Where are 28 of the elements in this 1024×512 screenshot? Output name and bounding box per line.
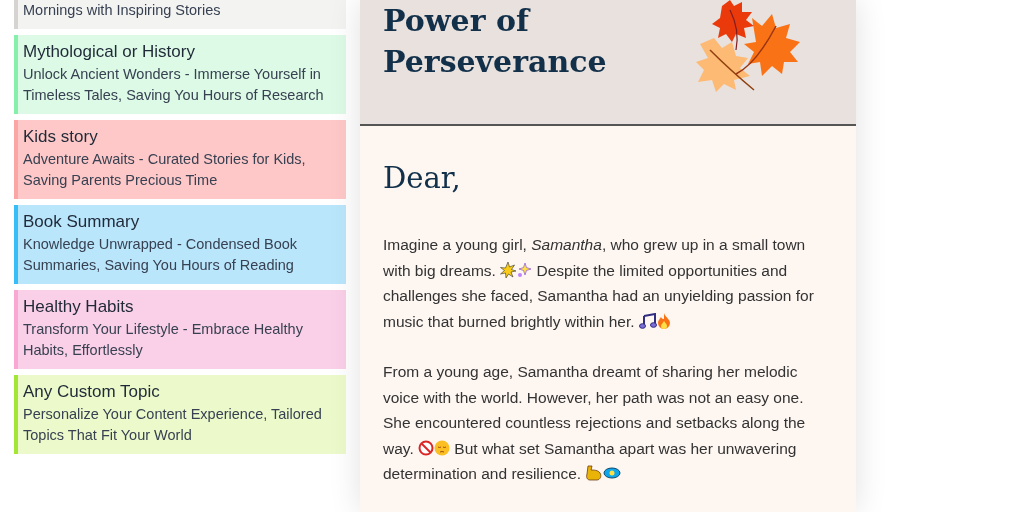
- music-note-icon: [638, 312, 657, 329]
- topic-card[interactable]: Any Custom Topic Personalize Your Content Experience, Tailored Topics That Fit Your World: [14, 375, 346, 454]
- letter-paragraph: Imagine a young girl, Samantha, who grew up in a small town with big dreams. Despite the limited opportunities and challenges she faced, Samantha had an unyielding passion for music that burned brightly within her.: [383, 235, 815, 332]
- prohibited-icon: [418, 439, 435, 456]
- topic-title: Healthy Habits: [23, 296, 135, 318]
- topic-description: Transform Your Lifestyle - Embrace Healthy Habits, Effortlessly: [23, 320, 304, 360]
- topic-title: Kids story: [23, 126, 99, 148]
- topic-description: Mornings with Inspiring Stories: [23, 1, 222, 20]
- topic-card[interactable]: Mornings with Inspiring Stories: [14, 0, 346, 29]
- topic-description: Adventure Awaits - Curated Stories for Kids, Saving Parents Precious Time: [23, 150, 307, 190]
- topic-title: Mythological or History: [23, 41, 196, 63]
- topic-card[interactable]: Healthy Habits Transform Your Lifestyle - Embrace Healthy Habits, Effortlessly: [14, 290, 346, 369]
- fire-icon: [656, 312, 671, 329]
- sparkle-icon: [500, 261, 517, 278]
- topic-description: Unlock Ancient Wonders - Immerse Yourself in Timeless Tales, Saving You Hours of Research: [23, 65, 324, 105]
- topic-card[interactable]: Kids story Adventure Awaits - Curated Stories for Kids, Saving Parents Precious Time: [14, 120, 346, 199]
- stars-icon: [516, 261, 533, 278]
- letter-paragraph: From a young age, Samantha dreamt of sharing her melodic voice with the world. However, her path was not an easy one. She encountered countless rejections and setbacks along the way. But what set Samantha apart was her unwavering determination and resilience.: [383, 362, 807, 484]
- topic-card[interactable]: Book Summary Knowledge Unwrapped - Condensed Book Summaries, Saving You Hours of Reading: [14, 205, 346, 284]
- sad-face-icon: [434, 439, 451, 456]
- flexed-arm-icon: [585, 465, 604, 481]
- topic-title: Book Summary: [23, 211, 141, 233]
- topic-title: Any Custom Topic: [23, 381, 161, 403]
- topic-description: Personalize Your Content Experience, Tailored Topics That Fit Your World: [23, 405, 323, 445]
- letter-title: Power of Perseverance: [383, 2, 608, 81]
- topic-card[interactable]: Mythological or History Unlock Ancient Wonders - Immerse Yourself in Timeless Tales, Saving You Hours of Research: [14, 35, 346, 114]
- topic-description: Knowledge Unwrapped - Condensed Book Summaries, Saving You Hours of Reading: [23, 235, 299, 275]
- letter-greeting: Dear,: [383, 160, 462, 197]
